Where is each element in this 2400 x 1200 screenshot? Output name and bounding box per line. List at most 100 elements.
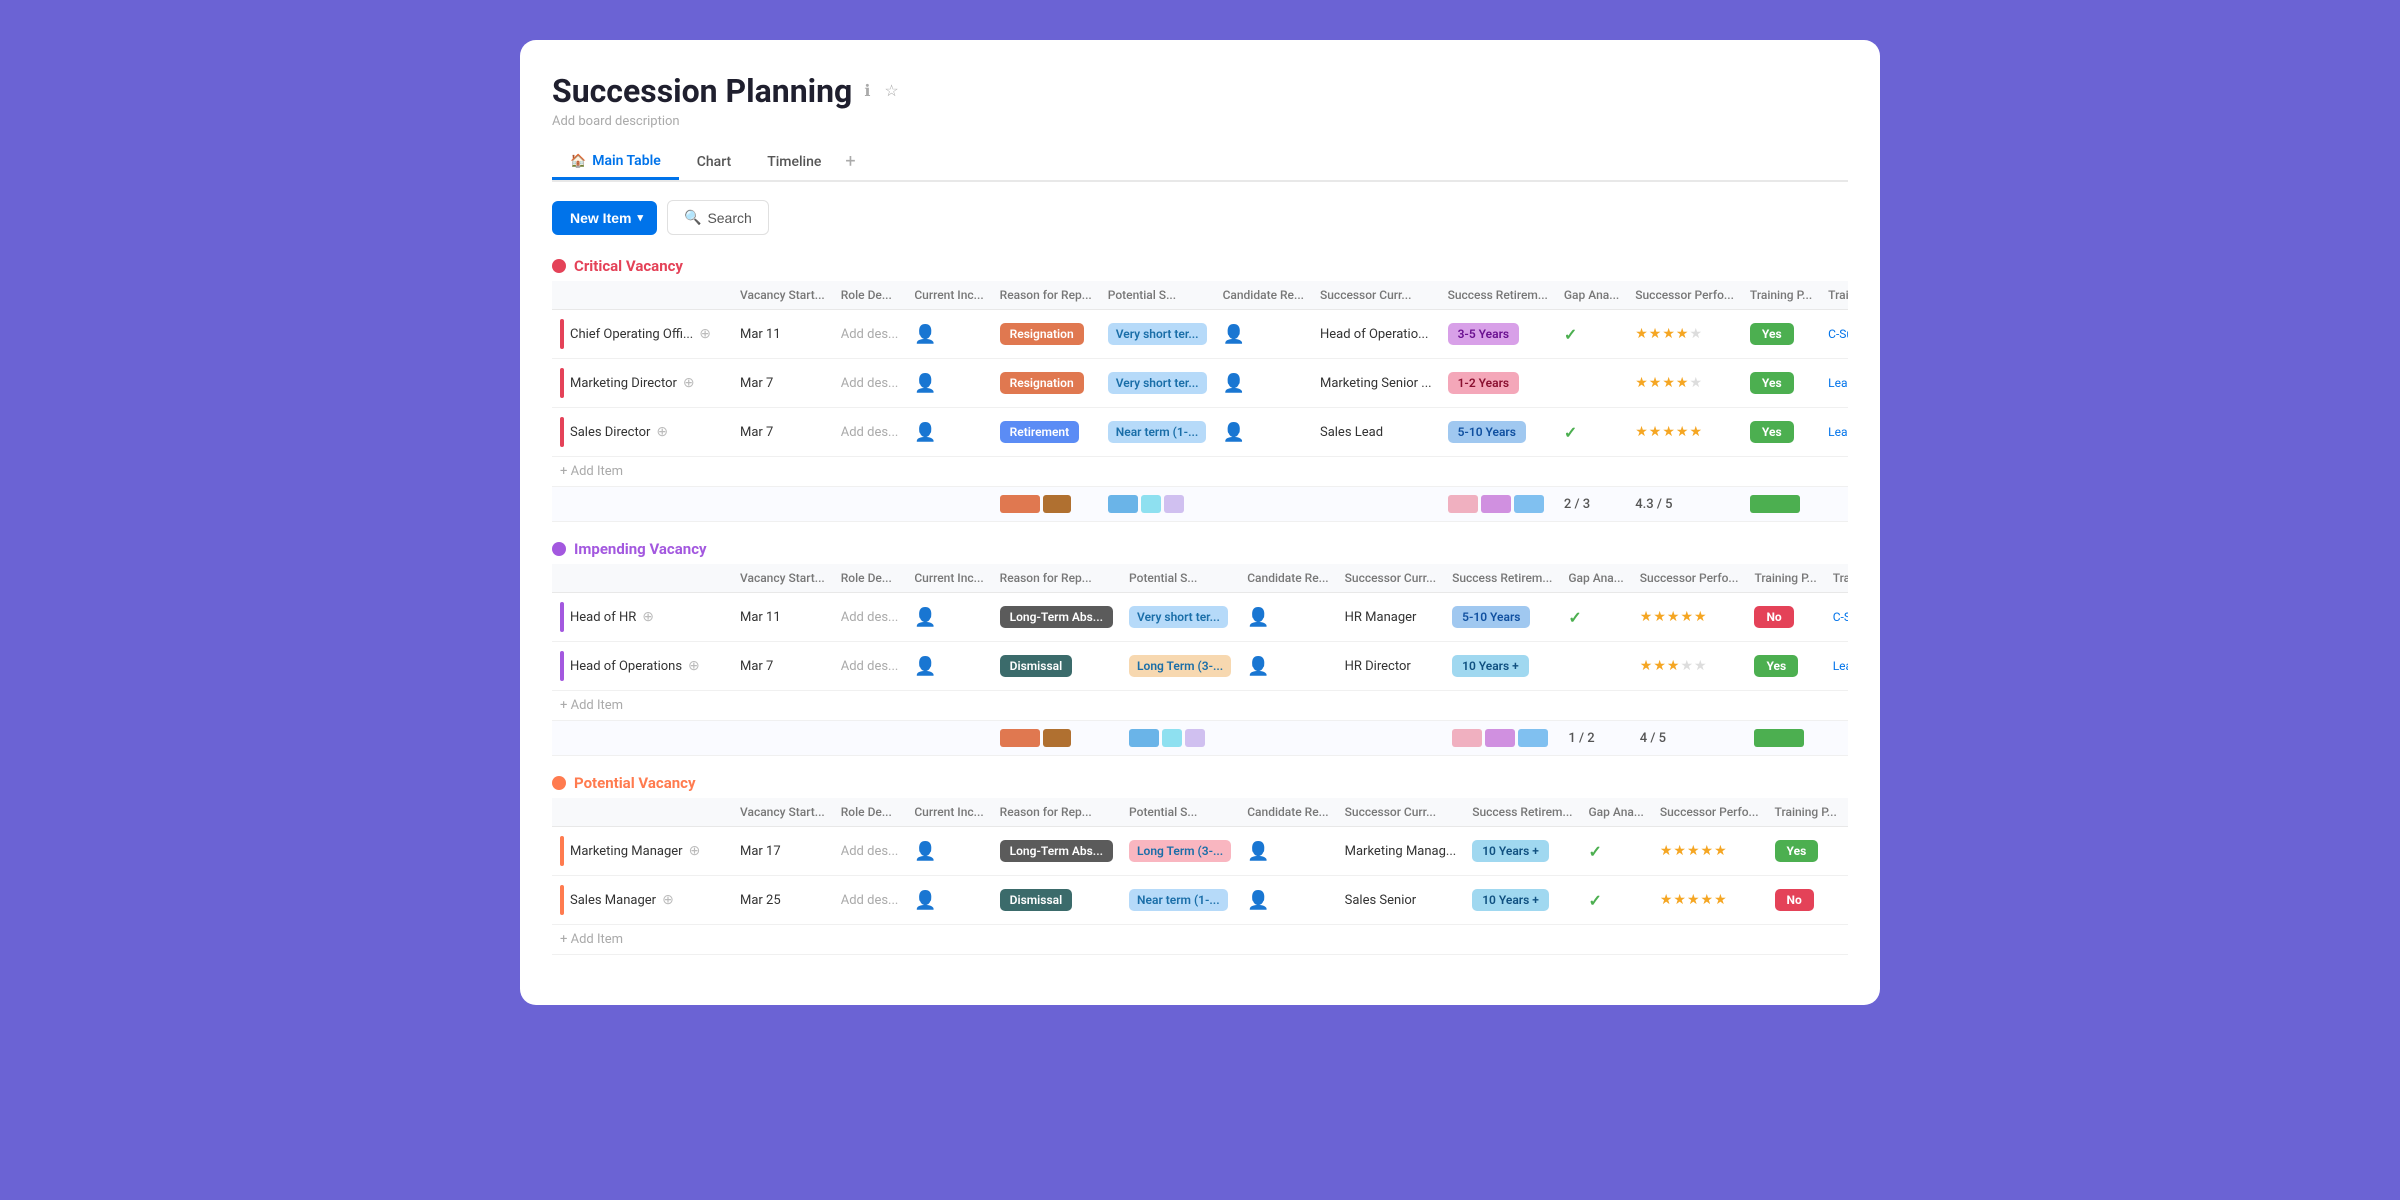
role-desc[interactable]: Add des... bbox=[833, 408, 907, 457]
add-item-row[interactable]: + Add Item bbox=[552, 691, 1848, 721]
add-item-row[interactable]: + Add Item bbox=[552, 457, 1848, 487]
role-desc[interactable]: Add des... bbox=[833, 827, 907, 876]
gap-check-icon: ✓ bbox=[1588, 842, 1601, 861]
training-priority: Yes bbox=[1746, 642, 1824, 691]
row-name-text: Chief Operating Offi... bbox=[570, 327, 693, 342]
summary-pills3 bbox=[1448, 495, 1548, 513]
potential-score: Very short ter... bbox=[1121, 593, 1239, 642]
dropdown-arrow-icon: ▾ bbox=[637, 211, 643, 224]
section-dot-impending bbox=[552, 542, 566, 556]
person-icon: 👤 bbox=[1247, 841, 1269, 862]
candidate-readiness: 👤 bbox=[1239, 876, 1336, 925]
summary-pills bbox=[1000, 729, 1113, 747]
star-icon[interactable]: ☆ bbox=[882, 79, 900, 103]
vacancy-start: Mar 7 bbox=[732, 408, 833, 457]
role-desc[interactable]: Add des... bbox=[833, 642, 907, 691]
row-name-cell: Head of Operations ⊕ bbox=[552, 642, 732, 691]
potential-badge: Near term (1-... bbox=[1129, 889, 1228, 911]
col-header-8: Success Retirem... bbox=[1444, 564, 1560, 593]
potential-score: Long Term (3-... bbox=[1121, 642, 1239, 691]
reason-for-replacement: Resignation bbox=[992, 359, 1100, 408]
table-row: Marketing Director ⊕ Mar 7Add des...👤Res… bbox=[552, 359, 1848, 408]
star-rating: ★★★★★ bbox=[1635, 424, 1703, 440]
app-container: Succession Planning ℹ ☆ Add board descri… bbox=[520, 40, 1880, 1005]
successor-current: HR Director bbox=[1337, 642, 1444, 691]
add-row-icon[interactable]: ⊕ bbox=[642, 609, 654, 625]
training-priority-badge: Yes bbox=[1754, 655, 1798, 677]
col-header-12: Training Required bbox=[1845, 798, 1848, 827]
home-icon: 🏠 bbox=[570, 154, 586, 169]
tab-timeline[interactable]: Timeline bbox=[749, 146, 839, 180]
training-link[interactable]: Leadership Training bbox=[1828, 376, 1848, 390]
table-wrapper-potential: Vacancy Start...Role De...Current Inc...… bbox=[552, 798, 1848, 955]
tab-main-table[interactable]: 🏠 Main Table bbox=[552, 145, 679, 180]
successor-performance: ★★★★★ bbox=[1632, 642, 1747, 691]
successor-performance: ★★★★★ bbox=[1652, 876, 1767, 925]
role-desc[interactable]: Add des... bbox=[833, 876, 907, 925]
person-icon: 👤 bbox=[1223, 373, 1245, 394]
potential-score: Very short ter... bbox=[1100, 310, 1215, 359]
col-header-2: Role De... bbox=[833, 564, 907, 593]
col-header-4: Reason for Rep... bbox=[992, 564, 1121, 593]
col-header-6: Candidate Re... bbox=[1239, 564, 1336, 593]
reason-badge: Retirement bbox=[1000, 421, 1080, 443]
person-icon: 👤 bbox=[914, 422, 936, 443]
row-bar bbox=[560, 651, 564, 681]
add-item-label[interactable]: + Add Item bbox=[552, 925, 1848, 955]
row-bar bbox=[560, 885, 564, 915]
add-row-icon[interactable]: ⊕ bbox=[689, 843, 701, 859]
table-row: Sales Manager ⊕ Mar 25Add des...👤Dismiss… bbox=[552, 876, 1848, 925]
star-rating: ★★★★★ bbox=[1635, 375, 1703, 391]
gap-analysis: ✓ bbox=[1580, 827, 1651, 876]
add-row-icon[interactable]: ⊕ bbox=[688, 658, 700, 674]
potential-score: Near term (1-... bbox=[1121, 876, 1239, 925]
reason-for-replacement: Long-Term Abs... bbox=[992, 593, 1121, 642]
gap-analysis: ✓ bbox=[1560, 593, 1631, 642]
training-link[interactable]: C-Suite Training bbox=[1833, 610, 1848, 624]
add-row-icon[interactable]: ⊕ bbox=[656, 424, 668, 440]
vacancy-start: Mar 7 bbox=[732, 642, 833, 691]
col-header-0 bbox=[552, 281, 732, 310]
section-header-impending: Impending Vacancy bbox=[552, 540, 1848, 558]
add-row-icon[interactable]: ⊕ bbox=[662, 892, 674, 908]
row-bar bbox=[560, 836, 564, 866]
add-item-label[interactable]: + Add Item bbox=[552, 691, 1848, 721]
training-link[interactable]: Leadership Training bbox=[1833, 659, 1848, 673]
role-desc[interactable]: Add des... bbox=[833, 310, 907, 359]
role-desc[interactable]: Add des... bbox=[833, 359, 907, 408]
add-tab-button[interactable]: + bbox=[839, 143, 861, 180]
tab-chart[interactable]: Chart bbox=[679, 146, 749, 180]
table-row: Marketing Manager ⊕ Mar 17Add des...👤Lon… bbox=[552, 827, 1848, 876]
success-retirement: 1-2 Years bbox=[1440, 359, 1556, 408]
new-item-button[interactable]: New Item ▾ bbox=[552, 201, 657, 235]
training-required: Leadership Training bbox=[1820, 359, 1848, 408]
summary-ratio: 1 / 2 bbox=[1568, 731, 1594, 746]
training-link[interactable]: C-Suite Training bbox=[1828, 327, 1848, 341]
training-link[interactable]: Leadership Training bbox=[1828, 425, 1848, 439]
reason-badge: Dismissal bbox=[1000, 655, 1073, 677]
star-rating: ★★★★★ bbox=[1640, 609, 1708, 625]
training-priority-badge: No bbox=[1754, 606, 1793, 628]
add-row-icon[interactable]: ⊕ bbox=[699, 326, 711, 342]
board-description[interactable]: Add board description bbox=[552, 114, 1848, 129]
successor-current: HR Manager bbox=[1337, 593, 1444, 642]
row-name-cell: Marketing Director ⊕ bbox=[552, 359, 732, 408]
info-icon[interactable]: ℹ bbox=[862, 79, 872, 103]
training-priority: Yes bbox=[1742, 408, 1820, 457]
add-item-label[interactable]: + Add Item bbox=[552, 457, 1848, 487]
reason-for-replacement: Long-Term Abs... bbox=[992, 827, 1121, 876]
col-header-11: Training P... bbox=[1767, 798, 1845, 827]
training-required: Leadership Training bbox=[1845, 827, 1848, 876]
person-icon: 👤 bbox=[1223, 324, 1245, 345]
summary-pills2 bbox=[1129, 729, 1231, 747]
search-button[interactable]: 🔍 Search bbox=[667, 200, 769, 235]
current-incumbent: 👤 bbox=[906, 359, 991, 408]
training-priority-badge: Yes bbox=[1775, 840, 1819, 862]
table-row: Head of Operations ⊕ Mar 7Add des...👤Dis… bbox=[552, 642, 1848, 691]
person-icon: 👤 bbox=[914, 607, 936, 628]
col-header-6: Candidate Re... bbox=[1239, 798, 1336, 827]
add-item-row[interactable]: + Add Item bbox=[552, 925, 1848, 955]
role-desc[interactable]: Add des... bbox=[833, 593, 907, 642]
add-row-icon[interactable]: ⊕ bbox=[683, 375, 695, 391]
section-header-critical: Critical Vacancy bbox=[552, 257, 1848, 275]
